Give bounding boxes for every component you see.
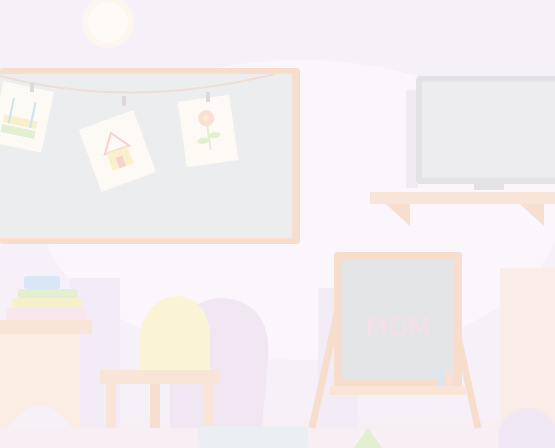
playroom-illustration: MOM — [0, 0, 555, 448]
side-table — [0, 320, 92, 428]
drawing-flower-icon — [177, 94, 239, 168]
tv-icon — [406, 76, 555, 190]
playroom-scene: MOM — [0, 0, 555, 448]
clip — [122, 96, 126, 106]
clip — [30, 82, 34, 92]
clip — [206, 92, 210, 102]
toy-box — [198, 426, 308, 448]
easel-word: MOM — [365, 313, 430, 343]
cabinet — [500, 268, 555, 428]
